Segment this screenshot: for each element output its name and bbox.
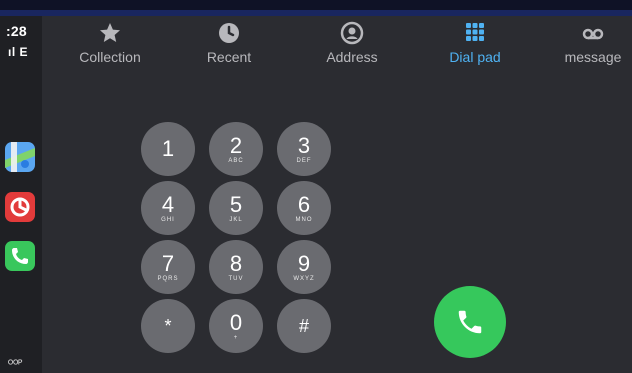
keypad-icon <box>463 21 487 45</box>
contact-icon <box>340 21 364 45</box>
dial-key-2[interactable]: 2 ABC <box>209 122 263 176</box>
carplay-sidebar: :28 ıl E ᴼᴼᴾ <box>0 16 42 373</box>
dial-key-1[interactable]: 1 <box>141 122 195 176</box>
sidebar-bottom-text: ᴼᴼᴾ <box>8 359 23 370</box>
key-digit: 3 <box>297 132 311 158</box>
key-digit: 9 <box>297 250 311 276</box>
key-digit: 5 <box>229 191 243 217</box>
tab-label: Address <box>326 49 378 65</box>
key-letters: JKL <box>229 216 243 223</box>
phone-icon <box>5 241 35 271</box>
maps-icon <box>5 142 35 172</box>
phone-handset-icon <box>458 310 482 334</box>
key-digit: 7 <box>161 250 175 276</box>
dial-key-6[interactable]: 6 MNO <box>277 181 331 235</box>
dial-key-0[interactable]: 0 + <box>209 299 263 353</box>
tab-bar: Collection Recent Address Dial pad messa… <box>42 16 632 70</box>
key-letters: ABC <box>228 157 244 164</box>
tab-label: Dial pad <box>449 49 501 65</box>
dial-key-4[interactable]: 4 GHI <box>141 181 195 235</box>
tab-dial-pad[interactable]: Dial pad <box>430 16 520 70</box>
key-letters: TUV <box>228 275 244 282</box>
key-letters: MNO <box>295 216 313 223</box>
key-digit: 8 <box>229 250 243 276</box>
phone-app-icon[interactable] <box>5 241 35 271</box>
key-digit: * <box>164 315 172 336</box>
key-digit: 6 <box>297 191 311 217</box>
tab-label: Recent <box>206 49 252 65</box>
key-digit: 4 <box>161 191 175 217</box>
voicemail-icon <box>581 21 605 45</box>
dial-key-5[interactable]: 5 JKL <box>209 181 263 235</box>
call-button[interactable] <box>434 286 506 358</box>
tab-address[interactable]: Address <box>307 16 397 70</box>
dial-key-7[interactable]: 7 PQRS <box>141 240 195 294</box>
dial-key-8[interactable]: 8 TUV <box>209 240 263 294</box>
star-icon <box>98 21 122 45</box>
music-icon <box>5 192 35 222</box>
tab-label: message <box>564 49 622 65</box>
key-digit: 2 <box>229 132 243 158</box>
key-digit: 1 <box>161 135 175 161</box>
maps-app-icon[interactable] <box>5 142 35 172</box>
dial-key-hash[interactable]: # <box>277 299 331 353</box>
dial-key-9[interactable]: 9 WXYZ <box>277 240 331 294</box>
tab-collection[interactable]: Collection <box>65 16 155 70</box>
key-letters: + <box>233 334 239 341</box>
key-letters: GHI <box>161 216 175 223</box>
music-app-icon[interactable] <box>5 192 35 222</box>
key-letters: WXYZ <box>293 275 315 282</box>
key-letters: PQRS <box>157 275 179 282</box>
tab-recent[interactable]: Recent <box>184 16 274 70</box>
key-letters: DEF <box>296 157 312 164</box>
dial-key-star[interactable]: * <box>141 299 195 353</box>
key-digit: 0 <box>229 309 243 335</box>
tab-message[interactable]: message <box>552 16 632 70</box>
dial-key-3[interactable]: 3 DEF <box>277 122 331 176</box>
clock-icon <box>217 21 241 45</box>
status-network: ıl E <box>8 45 29 59</box>
key-digit: # <box>298 315 309 336</box>
status-time: :28 <box>6 23 27 39</box>
tab-label: Collection <box>79 49 141 65</box>
